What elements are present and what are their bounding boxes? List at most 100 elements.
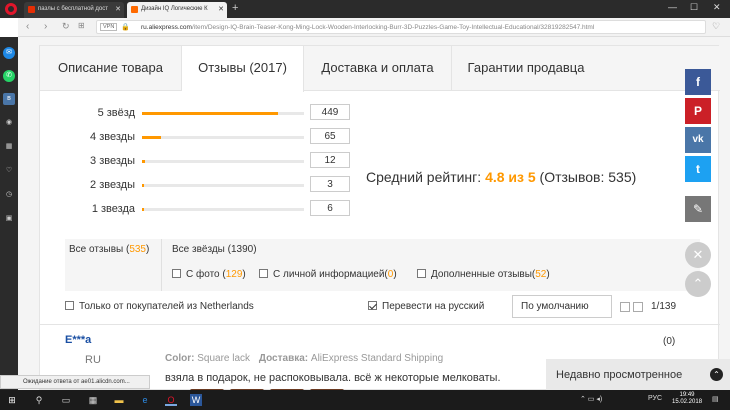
rating-count: 6 <box>310 200 350 216</box>
notifications-icon[interactable]: ▤ <box>712 395 719 403</box>
minimize-icon[interactable]: — <box>668 2 677 12</box>
calculator-icon[interactable]: ▦ <box>87 394 99 406</box>
history-icon[interactable]: ◷ <box>3 189 15 201</box>
filter-all-reviews[interactable]: Все отзывы (535) <box>65 244 159 255</box>
whatsapp-icon[interactable]: ✆ <box>3 70 15 82</box>
forward-icon[interactable]: › <box>44 21 47 32</box>
address-bar: ‹ › ↻ ⊞ VPN 🔒 ru.aliexpress.com/item/Des… <box>18 18 730 37</box>
rating-bar-fill <box>142 136 162 139</box>
photo-checkbox[interactable] <box>172 269 181 278</box>
buyers-country-checkbox[interactable] <box>65 301 74 310</box>
clock-time: 19:49 <box>679 392 695 398</box>
tab-description[interactable]: Описание товара <box>40 46 182 91</box>
new-tab-button[interactable]: + <box>232 2 238 14</box>
chevron-up-icon[interactable]: ⌃ <box>710 368 723 381</box>
rating-bar <box>142 160 304 163</box>
rating-bar <box>142 136 304 139</box>
personal-info-checkbox[interactable] <box>259 269 268 278</box>
prev-page-button[interactable] <box>620 302 630 312</box>
next-page-button[interactable] <box>633 302 643 312</box>
rating-row-4[interactable]: 4 звезды 65 <box>40 128 370 148</box>
filter-additional-count: 52 <box>535 269 547 280</box>
filter-all-reviews-count: 535 <box>129 244 146 255</box>
windows-start-icon[interactable]: ⊞ <box>6 394 18 406</box>
vk-share-icon[interactable]: vk <box>685 127 711 153</box>
rating-bar-fill <box>142 208 145 211</box>
review-author[interactable]: E***a <box>65 334 91 346</box>
camera-icon[interactable]: ◉ <box>3 117 15 129</box>
tab-delivery[interactable]: Доставка и оплата <box>304 46 452 91</box>
average-rating-value: 4.8 из 5 <box>485 169 536 185</box>
delivery-value: AliExpress Standard Shipping <box>310 353 444 364</box>
favorites-icon[interactable]: ♡ <box>3 165 15 177</box>
browser-tab-2-label: Дизайн IQ Логические К <box>141 6 208 12</box>
filter-personal-info[interactable]: С личной информацией(0) <box>259 269 397 280</box>
word-icon[interactable]: W <box>190 394 202 406</box>
additional-checkbox[interactable] <box>417 269 426 278</box>
rating-label: 4 звезды <box>90 131 135 143</box>
opera-sidebar: ✉ ✆ в ◉ ▦ ♡ ◷ ▣ <box>0 37 18 390</box>
filter-additional[interactable]: Дополненные отзывы(52) <box>417 269 550 280</box>
vk-icon[interactable]: в <box>3 93 15 105</box>
sort-select[interactable]: По умолчанию <box>512 295 612 318</box>
edge-icon[interactable]: e <box>139 394 151 406</box>
edit-icon[interactable]: ✎ <box>685 196 711 222</box>
speed-dial-icon[interactable]: ⊞ <box>78 21 85 30</box>
rating-row-3[interactable]: 3 звезды 12 <box>40 152 370 172</box>
tray-icons[interactable]: ⌃ ▭ ◂) <box>580 395 602 403</box>
filter-photo[interactable]: С фото (129) <box>172 269 246 280</box>
url-path: /item/Design-IQ-Brain-Teaser-Kong-Ming-L… <box>191 24 595 31</box>
vpn-badge[interactable]: VPN <box>100 23 118 31</box>
messenger-icon[interactable]: ✉ <box>3 47 15 59</box>
reload-icon[interactable]: ↻ <box>62 21 70 32</box>
filter-photo-count: 129 <box>225 269 243 280</box>
tab-reviews[interactable]: Отзывы (2017) <box>182 46 304 92</box>
scroll-up-icon[interactable]: ⌃ <box>685 271 711 297</box>
close-tab-icon[interactable]: ✕ <box>218 5 224 13</box>
average-rating-label: Средний рейтинг: <box>366 169 482 185</box>
clock-date: 15.02.2018 <box>672 399 703 405</box>
filter-all-stars[interactable]: Все звёзды (1390) <box>172 244 257 255</box>
status-bar: Ожидание ответа от ae01.alicdn.com... <box>0 375 150 389</box>
facebook-icon[interactable]: f <box>685 69 711 95</box>
apps-icon[interactable]: ▦ <box>3 141 15 153</box>
back-icon[interactable]: ‹ <box>26 21 29 32</box>
filter-personal-label: С личной информацией( <box>273 269 388 280</box>
filter-buyers-country[interactable]: Только от покупателей из Netherlands <box>65 301 254 312</box>
close-tab-icon[interactable]: ✕ <box>115 5 121 13</box>
color-label: Color: <box>165 353 195 364</box>
extensions-icon[interactable]: ▣ <box>3 213 15 225</box>
file-explorer-icon[interactable]: ▬ <box>113 394 125 406</box>
rating-row-1[interactable]: 1 звезда 6 <box>40 200 370 220</box>
opera-taskbar-icon[interactable]: O <box>165 394 177 406</box>
browser-tab-2[interactable]: Дизайн IQ Логические К ✕ <box>127 2 227 18</box>
rating-bar-fill <box>142 184 145 187</box>
pinterest-icon[interactable]: P <box>685 98 711 124</box>
rating-bar <box>142 184 304 187</box>
rating-count: 65 <box>310 128 350 144</box>
review-votes: (0) <box>663 336 676 347</box>
url-input[interactable]: VPN 🔒 ru.aliexpress.com/item/Design-IQ-B… <box>96 20 706 34</box>
rating-row-5[interactable]: 5 звёзд 449 <box>40 104 370 124</box>
search-icon[interactable]: ⚲ <box>33 394 45 406</box>
recently-viewed-panel[interactable]: Недавно просмотренное ⌃ <box>546 359 730 391</box>
tab-guarantees[interactable]: Гарантии продавца <box>452 46 600 91</box>
task-view-icon[interactable]: ▭ <box>60 394 72 406</box>
rating-row-2[interactable]: 2 звезды 3 <box>40 176 370 196</box>
filter-divider <box>161 239 162 291</box>
twitter-icon[interactable]: t <box>685 156 711 182</box>
translate-toggle[interactable]: Перевести на русский <box>368 301 484 312</box>
translate-checkbox[interactable] <box>368 301 377 310</box>
close-window-icon[interactable]: ✕ <box>713 2 721 13</box>
clock[interactable]: 19:49 15.02.2018 <box>672 392 702 406</box>
browser-tab-1-label: пазлы с бесплатной дост <box>38 6 109 12</box>
close-icon[interactable]: ✕ <box>685 242 711 268</box>
bookmark-heart-icon[interactable]: ♡ <box>712 21 720 32</box>
url-domain: ru.aliexpress.com <box>141 24 192 31</box>
browser-tab-1[interactable]: пазлы с бесплатной дост ✕ <box>24 2 124 18</box>
review-filter-box: Все отзывы (535) Все звёзды (1390) С фот… <box>65 239 700 291</box>
taskbar: ⊞ ⚲ ▭ ▦ ▬ e O W ⌃ ▭ ◂) РУС 19:49 15.02.2… <box>0 390 730 410</box>
opera-menu-icon[interactable] <box>5 3 17 15</box>
maximize-icon[interactable]: ☐ <box>690 2 698 13</box>
language-indicator[interactable]: РУС <box>648 395 662 402</box>
